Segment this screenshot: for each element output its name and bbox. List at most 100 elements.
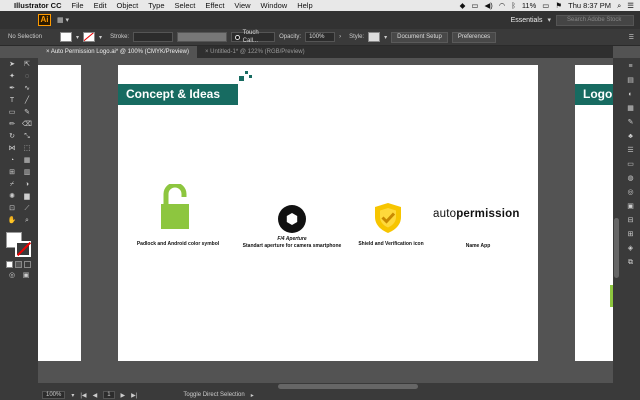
menu-view[interactable]: View xyxy=(234,1,250,10)
artboard-number-field[interactable]: 1 xyxy=(103,391,115,399)
transparency-icon[interactable]: ◍ xyxy=(626,174,636,183)
stroke-weight-field[interactable] xyxy=(133,32,174,42)
graphic-styles-icon[interactable]: ▣ xyxy=(626,202,636,211)
chevron-right-icon[interactable]: ▸ xyxy=(251,392,254,399)
layers-icon[interactable]: ◈ xyxy=(626,244,636,253)
rectangle-tool-icon[interactable]: ▭ xyxy=(6,108,18,118)
magic-wand-icon[interactable]: ✦ xyxy=(6,72,18,82)
paintbrush-icon[interactable]: ✎ xyxy=(21,108,33,118)
scroll-thumb[interactable] xyxy=(278,384,418,389)
scale-tool-icon[interactable]: ⤡ xyxy=(21,132,33,142)
battery-icon[interactable]: ▭ xyxy=(542,1,549,10)
type-tool-icon[interactable]: T xyxy=(6,96,18,106)
artboard-tool-icon[interactable]: ⊡ xyxy=(6,204,18,214)
menu-edit[interactable]: Edit xyxy=(94,1,107,10)
variable-width-field[interactable] xyxy=(177,32,228,42)
menu-select[interactable]: Select xyxy=(175,1,196,10)
slice-tool-icon[interactable]: ⟋ xyxy=(21,204,33,214)
fill-stroke-widget[interactable] xyxy=(6,232,32,258)
first-artboard-icon[interactable]: |◀ xyxy=(80,392,86,399)
properties-icon[interactable]: ≡ xyxy=(626,62,636,71)
hand-tool-icon[interactable]: ✋ xyxy=(6,216,18,226)
screen-mode-icon[interactable]: ▣ xyxy=(20,271,32,281)
symbol-sprayer-icon[interactable]: ✺ xyxy=(6,192,18,202)
tab-untitled[interactable]: × Untitled-1* @ 122% (RGB/Preview) xyxy=(197,46,313,58)
libraries-icon[interactable]: ▤ xyxy=(626,76,636,85)
chevron-down-icon[interactable]: ▾ xyxy=(76,34,79,41)
selection-tool-icon[interactable]: ➤ xyxy=(6,60,18,70)
width-tool-icon[interactable]: ⋈ xyxy=(6,144,18,154)
notifications-icon[interactable]: ☰ xyxy=(627,1,634,10)
flag-icon[interactable]: ⚑ xyxy=(555,1,562,10)
menu-file[interactable]: File xyxy=(72,1,84,10)
pencil-icon[interactable]: ✏ xyxy=(6,120,18,130)
blend-tool-icon[interactable]: ◑ xyxy=(21,180,33,190)
artboards-panel-icon[interactable]: ⧉ xyxy=(626,258,636,267)
last-artboard-icon[interactable]: ▶| xyxy=(131,392,137,399)
horizontal-scrollbar[interactable] xyxy=(38,383,613,390)
zoom-tool-icon[interactable]: ⌕ xyxy=(21,216,33,226)
color-mode[interactable] xyxy=(6,261,13,268)
gradient-tool-icon[interactable]: ▥ xyxy=(21,168,33,178)
none-mode[interactable] xyxy=(24,261,31,268)
curvature-tool-icon[interactable]: ∿ xyxy=(21,84,33,94)
menu-effect[interactable]: Effect xyxy=(205,1,224,10)
workspace-switcher[interactable]: Essentials xyxy=(511,17,543,24)
next-artboard-icon[interactable]: ▶ xyxy=(121,392,126,399)
document-setup-button[interactable]: Document Setup xyxy=(391,31,448,43)
preferences-button[interactable]: Preferences xyxy=(451,31,497,43)
menu-type[interactable]: Type xyxy=(148,1,164,10)
lasso-icon[interactable]: ◌ xyxy=(21,72,33,82)
align-icon[interactable]: ☰ xyxy=(629,34,634,41)
tab-auto-permission[interactable]: × Auto Permission Logo.ai* @ 100% (CMYK/… xyxy=(38,46,197,58)
color-icon[interactable]: ◐ xyxy=(626,90,636,99)
gradient-mode[interactable] xyxy=(15,261,22,268)
line-tool-icon[interactable]: ╱ xyxy=(21,96,33,106)
gradient-panel-icon[interactable]: ▭ xyxy=(626,160,636,169)
appearance-icon[interactable]: ◎ xyxy=(626,188,636,197)
stroke-panel-icon[interactable]: ☰ xyxy=(626,146,636,155)
zoom-field[interactable]: 100% xyxy=(42,391,66,399)
align-panel-icon[interactable]: ⊟ xyxy=(626,216,636,225)
mesh-tool-icon[interactable]: ⊞ xyxy=(6,168,18,178)
chevron-down-icon[interactable]: ▾ xyxy=(547,16,551,24)
shape-builder-icon[interactable]: ◔ xyxy=(6,156,18,166)
stroke-color-box[interactable] xyxy=(15,241,31,257)
perspective-grid-icon[interactable]: ▦ xyxy=(21,156,33,166)
pen-tool-icon[interactable]: ✒ xyxy=(6,84,18,94)
eyedropper-icon[interactable]: ⌿ xyxy=(6,180,18,190)
artboard-left[interactable] xyxy=(38,65,81,361)
menu-window[interactable]: Window xyxy=(261,1,288,10)
eraser-icon[interactable]: ⌫ xyxy=(21,120,33,130)
canvas[interactable]: Concept & Ideas Padlock and Android colo… xyxy=(38,58,613,390)
menu-object[interactable]: Object xyxy=(117,1,139,10)
clock[interactable]: Thu 8:37 PM xyxy=(568,1,611,10)
swatches-icon[interactable]: ▦ xyxy=(626,104,636,113)
brushes-icon[interactable]: ✎ xyxy=(626,118,636,127)
arrange-icon[interactable]: ▦ ▾ xyxy=(57,16,69,24)
direct-selection-icon[interactable]: ⇱ xyxy=(21,60,33,70)
airplay-icon[interactable]: ▭ xyxy=(471,1,478,10)
dropbox-icon[interactable]: ◆ xyxy=(460,1,466,10)
menu-help[interactable]: Help xyxy=(297,1,312,10)
bluetooth-icon[interactable]: ᛒ xyxy=(511,1,516,10)
brush-field[interactable]: Touch Call... xyxy=(231,30,276,44)
artboard-right[interactable]: Logo xyxy=(575,65,613,361)
style-swatch[interactable] xyxy=(368,32,381,42)
free-transform-icon[interactable]: ⬚ xyxy=(21,144,33,154)
fill-swatch[interactable] xyxy=(60,32,73,42)
scroll-thumb[interactable] xyxy=(614,218,619,278)
artboard-main[interactable]: Concept & Ideas Padlock and Android colo… xyxy=(118,65,538,361)
chevron-down-icon[interactable]: ▾ xyxy=(71,392,74,399)
stock-search-input[interactable]: Search Adobe Stock xyxy=(556,14,634,26)
stroke-swatch[interactable] xyxy=(83,32,96,42)
chevron-down-icon[interactable]: ▾ xyxy=(384,34,387,41)
vertical-scrollbar[interactable] xyxy=(613,58,621,390)
rotate-tool-icon[interactable]: ↻ xyxy=(6,132,18,142)
search-icon[interactable]: ⌕ xyxy=(617,1,621,11)
transform-icon[interactable]: ⊞ xyxy=(626,230,636,239)
chevron-down-icon[interactable]: ▾ xyxy=(99,34,102,41)
opacity-field[interactable]: 100% xyxy=(305,32,336,42)
chevron-right-icon[interactable]: › xyxy=(339,34,341,40)
symbols-icon[interactable]: ♣ xyxy=(626,132,636,141)
